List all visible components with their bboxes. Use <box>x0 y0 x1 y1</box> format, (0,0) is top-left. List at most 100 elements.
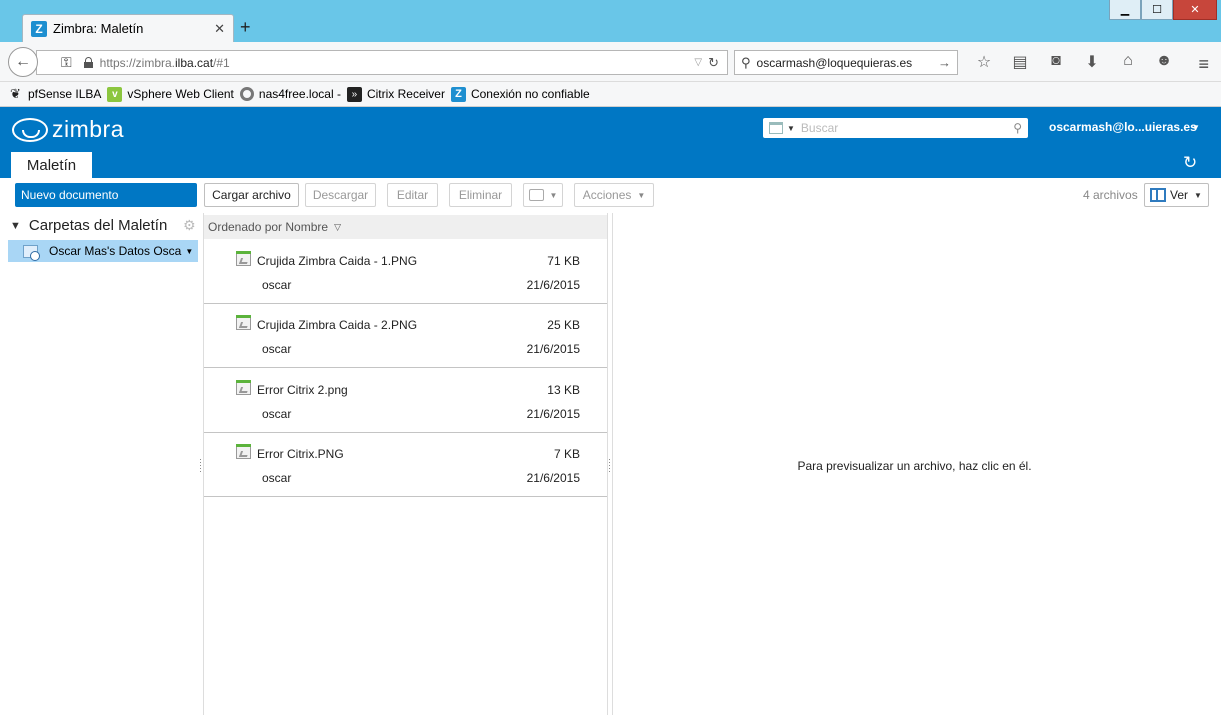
file-date: 21/6/2015 <box>526 471 580 485</box>
file-size: 25 KB <box>547 318 580 332</box>
bookmark-vsphere[interactable]: v vSphere Web Client <box>107 86 234 102</box>
folders-header[interactable]: ▼ Carpetas del Maletín <box>10 217 167 234</box>
bookmarks-bar: ❦ pfSense ILBA v vSphere Web Client nas4… <box>0 82 1221 107</box>
file-name: Crujida Zimbra Caida - 2.PNG <box>257 318 418 332</box>
chevron-down-icon: ▼ <box>637 190 646 200</box>
sort-header[interactable]: Ordenado por Nombre ▽ <box>204 215 607 239</box>
maximize-window-button[interactable]: ☐ <box>1141 0 1173 20</box>
browser-tabbar: Z Zimbra: Maletín ✕ + ▁ ☐ ✕ <box>0 0 1221 42</box>
briefcase-toolbar: Nuevo documento Cargar archivo Descargar… <box>0 178 1221 213</box>
file-name: Error Citrix 2.png <box>257 383 348 397</box>
zimbra-logo-icon <box>12 117 48 142</box>
user-menu[interactable]: oscarmash@lo...uieras.es <box>1049 120 1197 134</box>
close-window-button[interactable]: ✕ <box>1173 0 1217 20</box>
shared-folder-icon <box>23 244 40 261</box>
file-name: Error Citrix.PNG <box>257 447 344 461</box>
browser-search-input[interactable]: oscarmash@loquequieras.es <box>757 56 938 70</box>
browser-toolbar-icons: ☆ ▤ ◙ ⬇ ⌂ ☻ <box>966 52 1182 72</box>
file-owner: oscar <box>262 407 292 421</box>
tab-maletin[interactable]: Maletín <box>11 152 92 178</box>
file-date: 21/6/2015 <box>526 407 580 421</box>
delete-button[interactable]: Eliminar <box>449 183 512 207</box>
file-row[interactable]: Error Citrix 2.png 13 KB oscar 21/6/2015 <box>204 369 607 433</box>
search-type-icon[interactable] <box>769 122 783 134</box>
actions-button[interactable]: Acciones ▼ <box>574 183 654 207</box>
url-text[interactable]: https://zimbra.ilba.cat/#1 <box>100 56 695 70</box>
folders-header-label: Carpetas del Maletín <box>28 217 168 234</box>
reload-icon[interactable]: ↻ <box>708 55 719 71</box>
download-icon[interactable]: ⬇ <box>1074 52 1110 72</box>
zimbra-logo-text: zimbra <box>52 116 125 142</box>
sort-descending-icon: ▽ <box>334 221 341 232</box>
sort-label: Ordenado por Nombre <box>208 220 329 234</box>
zimbra-logo[interactable]: zimbra <box>12 116 124 143</box>
minimize-window-button[interactable]: ▁ <box>1109 0 1141 20</box>
view-label: Ver <box>1170 188 1189 202</box>
browser-search-bar[interactable]: ⚲ oscarmash@loquequieras.es → <box>734 50 958 75</box>
new-tab-button[interactable]: + <box>240 17 251 38</box>
zimbra-search-input[interactable]: Buscar <box>801 121 1013 135</box>
collapse-triangle-icon[interactable]: ▼ <box>10 220 21 232</box>
file-owner: oscar <box>262 342 292 356</box>
search-icon[interactable]: ⚲ <box>1013 121 1022 135</box>
pocket-icon[interactable]: ◙ <box>1038 52 1074 72</box>
bookmark-nas4free[interactable]: nas4free.local - <box>239 87 341 101</box>
search-icon: ⚲ <box>741 54 751 70</box>
citrix-icon: » <box>346 86 362 102</box>
image-file-icon <box>236 380 251 395</box>
sash-grip-icon[interactable]: · · · · · <box>608 455 611 476</box>
chevron-down-icon[interactable]: ▼ <box>1192 123 1200 132</box>
file-name: Crujida Zimbra Caida - 1.PNG <box>257 254 418 268</box>
download-button[interactable]: Descargar <box>305 183 376 207</box>
folder-label: Oscar Mas's Datos Osca <box>49 244 182 258</box>
window-controls: ▁ ☐ ✕ <box>1109 0 1217 20</box>
bookmark-star-icon[interactable]: ☆ <box>966 52 1002 72</box>
file-size: 7 KB <box>553 447 580 461</box>
preview-pane: Para previsualizar un archivo, haz clic … <box>613 213 1221 715</box>
view-button[interactable]: Ver ▼ <box>1144 183 1209 207</box>
browser-navbar: ⚿ https://zimbra.ilba.cat/#1 ▽ ↻ ← ⚲ osc… <box>0 42 1221 82</box>
home-icon[interactable]: ⌂ <box>1110 52 1146 72</box>
hello-icon[interactable]: ☻ <box>1146 52 1182 72</box>
bookmark-label: Conexión no confiable <box>470 87 590 101</box>
zimbra-search[interactable]: ▼ Buscar ⚲ <box>763 118 1028 138</box>
chevron-down-icon: ▼ <box>1194 190 1202 200</box>
chevron-down-icon[interactable]: ▼ <box>185 247 193 256</box>
zimbra-header: zimbra ▼ Buscar ⚲ oscarmash@lo...uieras.… <box>0 107 1221 178</box>
image-file-icon <box>236 444 251 459</box>
chevron-down-icon[interactable]: ▼ <box>787 124 795 133</box>
new-document-button[interactable]: Nuevo documento <box>15 183 197 207</box>
sash-grip-icon[interactable]: · · · · · <box>199 455 202 476</box>
refresh-icon[interactable]: ↻ <box>1183 153 1197 173</box>
nas4free-icon <box>239 87 254 101</box>
bookmark-label: Citrix Receiver <box>366 87 445 101</box>
print-button[interactable]: ▼ <box>523 183 563 207</box>
arrow-left-icon: ← <box>15 53 31 70</box>
file-row[interactable]: Crujida Zimbra Caida - 1.PNG 71 KB oscar… <box>204 240 607 304</box>
folder-item-datos[interactable]: Oscar Mas's Datos Osca ▼ <box>8 240 198 262</box>
url-history-dropdown-icon[interactable]: ▽ <box>694 57 702 68</box>
image-file-icon <box>236 315 251 330</box>
zimbra-icon: Z <box>450 86 466 102</box>
file-row[interactable]: Error Citrix.PNG 7 KB oscar 21/6/2015 <box>204 433 607 497</box>
back-button[interactable]: ← <box>8 47 38 77</box>
url-bar[interactable]: ⚿ https://zimbra.ilba.cat/#1 ▽ ↻ <box>36 50 728 75</box>
chevron-down-icon: ▼ <box>549 190 558 200</box>
bookmark-label: vSphere Web Client <box>127 87 234 101</box>
image-file-icon <box>236 251 251 266</box>
gear-icon[interactable]: ⚙ <box>183 217 196 234</box>
close-tab-icon[interactable]: ✕ <box>214 21 225 37</box>
bookmark-citrix[interactable]: » Citrix Receiver <box>346 86 445 102</box>
file-row[interactable]: Crujida Zimbra Caida - 2.PNG 25 KB oscar… <box>204 304 607 368</box>
file-owner: oscar <box>262 278 292 292</box>
hamburger-menu-icon[interactable]: ≡ <box>1198 54 1209 75</box>
edit-button[interactable]: Editar <box>387 183 438 207</box>
zimbra-favicon-icon: Z <box>31 20 47 37</box>
browser-tab[interactable]: Z Zimbra: Maletín ✕ <box>22 14 234 42</box>
file-owner: oscar <box>262 471 292 485</box>
search-go-icon[interactable]: → <box>938 55 951 70</box>
bookmark-zimbra[interactable]: Z Conexión no confiable <box>450 86 590 102</box>
upload-file-button[interactable]: Cargar archivo <box>204 183 299 207</box>
bookmark-pfsense[interactable]: ❦ pfSense ILBA <box>8 86 101 102</box>
reading-list-icon[interactable]: ▤ <box>1002 52 1038 72</box>
